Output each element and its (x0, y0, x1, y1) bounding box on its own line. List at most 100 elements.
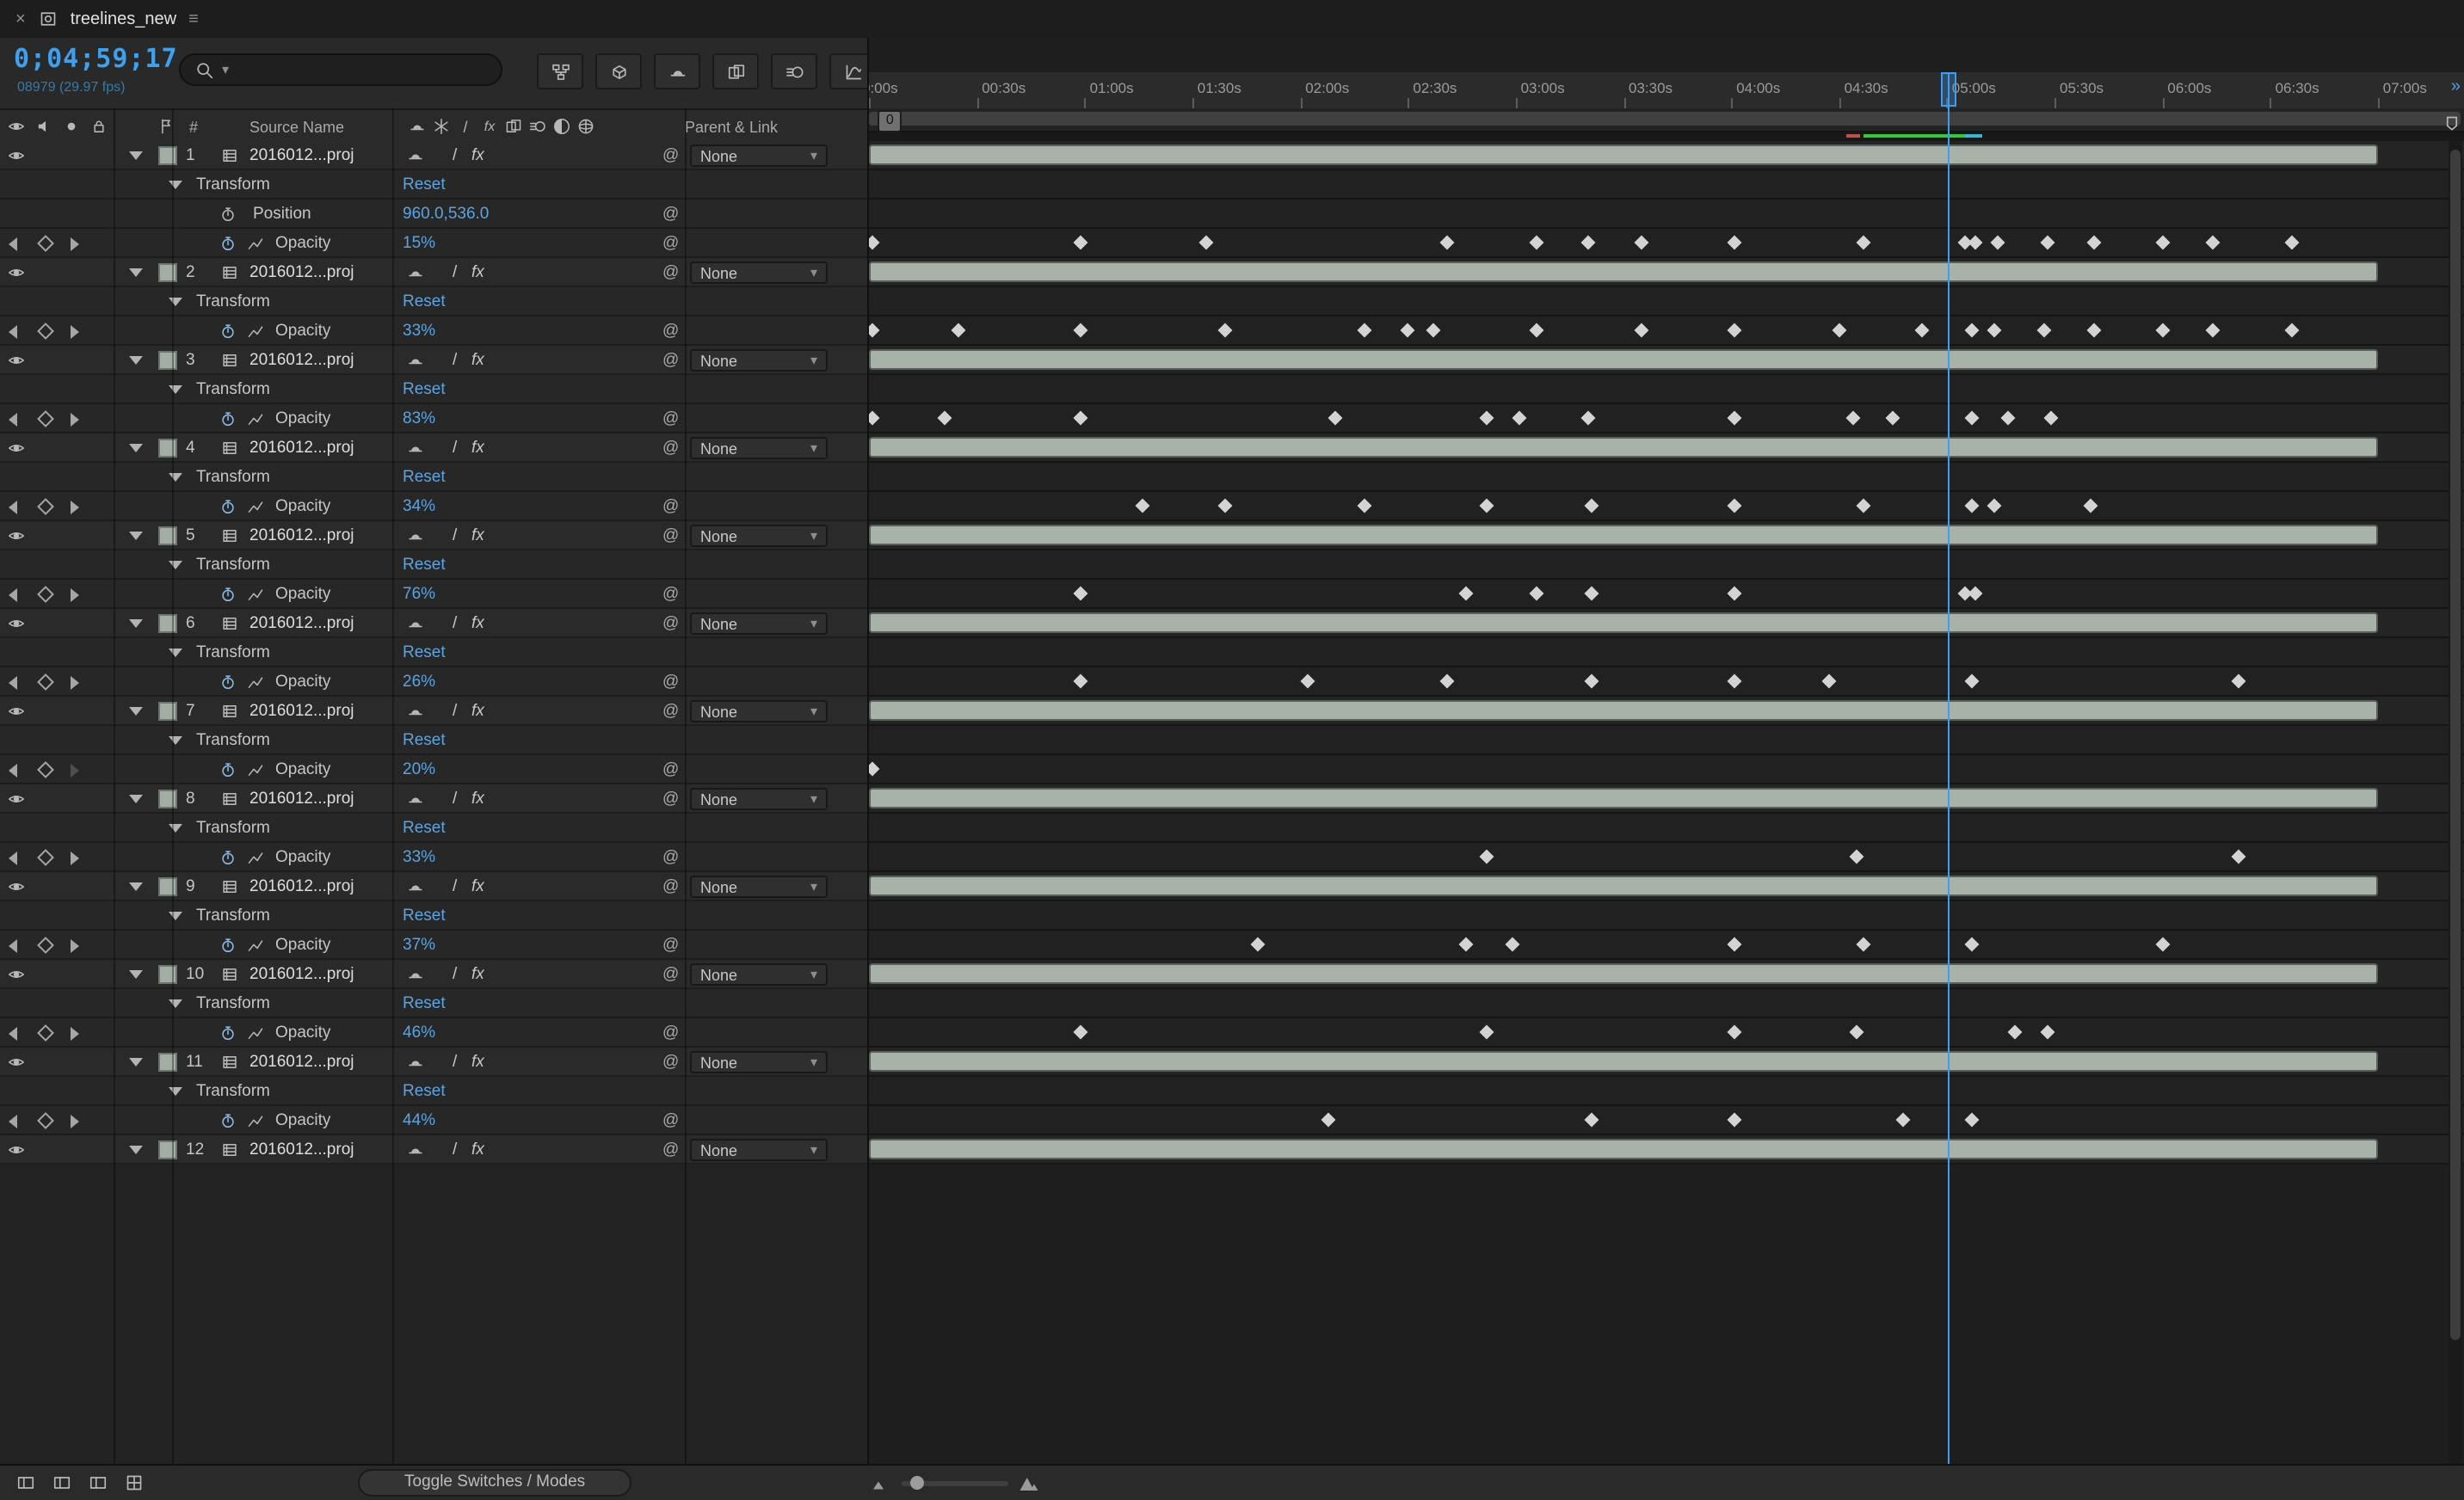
keyframe-icon[interactable] (1584, 674, 1599, 689)
add-keyframe-icon[interactable] (40, 1018, 52, 1048)
adjustment-icon[interactable] (551, 115, 573, 138)
quality-switch[interactable]: / (453, 960, 457, 989)
parent-pickwhip-icon[interactable]: @ (662, 1135, 679, 1165)
keyframe-icon[interactable] (1358, 499, 1372, 513)
opacity-value[interactable]: 26% (403, 667, 435, 697)
graph-set-icon[interactable] (246, 317, 265, 346)
keyframe-icon[interactable] (1728, 587, 1742, 601)
transform-row[interactable]: TransformReset (0, 726, 867, 755)
keyframe-icon[interactable] (2284, 236, 2299, 250)
keyframe-icon[interactable] (1584, 587, 1599, 601)
keyframe-icon[interactable] (1458, 587, 1473, 601)
zoom-in-icon[interactable] (1019, 1472, 1039, 1493)
composition-mini-flowchart-button[interactable] (537, 53, 583, 89)
position-row[interactable]: Position960.0,536.0@ (0, 200, 867, 229)
keyframe-icon[interactable] (2205, 323, 2220, 338)
expand-triangle-icon[interactable] (129, 872, 143, 901)
scrollbar-thumb[interactable] (2450, 150, 2461, 1340)
keyframe-icon[interactable] (1074, 674, 1088, 689)
shy-switch[interactable] (406, 697, 425, 726)
parent-pickwhip-icon[interactable]: @ (662, 697, 679, 726)
parent-dropdown[interactable]: None▾ (690, 700, 828, 722)
parent-pickwhip-icon[interactable]: @ (662, 1048, 679, 1077)
3d-icon[interactable] (575, 115, 597, 138)
graph-set-icon[interactable] (246, 1018, 265, 1048)
parent-dropdown[interactable]: None▾ (690, 1139, 828, 1161)
next-keyframe-icon[interactable] (71, 404, 79, 433)
hide-shy-layers-button[interactable] (654, 53, 700, 89)
column-source-name[interactable]: Source Name (249, 110, 344, 143)
eye-toggle[interactable] (7, 784, 26, 814)
fx-switch[interactable]: fx (471, 1135, 484, 1165)
keyframe-icon[interactable] (1914, 323, 1929, 338)
parent-pickwhip-icon[interactable]: @ (662, 784, 679, 814)
parent-pickwhip-icon[interactable]: @ (662, 492, 679, 521)
label-color-chip[interactable] (158, 141, 177, 170)
expand-triangle-icon[interactable] (169, 726, 182, 755)
previous-keyframe-icon[interactable] (9, 667, 17, 697)
keyframe-icon[interactable] (2231, 850, 2245, 864)
fx-icon[interactable]: fx (478, 115, 501, 138)
eye-toggle[interactable] (7, 521, 26, 550)
previous-keyframe-icon[interactable] (9, 229, 17, 258)
fx-switch[interactable]: fx (471, 872, 484, 901)
layer-name[interactable]: 2016012...proj (249, 872, 397, 901)
layer-row[interactable]: 62016012...proj/fx@None▾ (0, 609, 867, 638)
keyframe-icon[interactable] (1480, 850, 1494, 864)
previous-keyframe-icon[interactable] (9, 404, 17, 433)
add-keyframe-icon[interactable] (40, 931, 52, 960)
keyframe-icon[interactable] (1217, 323, 1232, 338)
opacity-value[interactable]: 46% (403, 1018, 435, 1048)
stopwatch-icon[interactable] (219, 200, 237, 229)
stopwatch-icon[interactable] (219, 492, 237, 521)
keyframe-icon[interactable] (1530, 587, 1544, 601)
quality-switch[interactable]: / (453, 697, 457, 726)
keyframe-icon[interactable] (1512, 411, 1526, 426)
keyframe-icon[interactable] (1584, 1113, 1599, 1128)
transform-row[interactable]: TransformReset (0, 989, 867, 1018)
keyframe-icon[interactable] (1401, 323, 1415, 338)
layer-row[interactable]: 32016012...proj/fx@None▾ (0, 346, 867, 375)
keyframe-icon[interactable] (1832, 323, 1846, 338)
keyframe-icon[interactable] (1074, 1025, 1088, 1040)
keyframe-icon[interactable] (2205, 236, 2220, 250)
parent-dropdown[interactable]: None▾ (690, 1051, 828, 1073)
expand-triangle-icon[interactable] (129, 1135, 143, 1165)
expand-triangle-icon[interactable] (169, 287, 182, 317)
label-color-chip[interactable] (158, 258, 177, 287)
keyframe-icon[interactable] (1199, 236, 1214, 250)
quality-switch[interactable]: / (453, 346, 457, 375)
next-keyframe-icon[interactable] (71, 317, 79, 346)
eye-toggle[interactable] (7, 697, 26, 726)
keyframe-icon[interactable] (1728, 674, 1742, 689)
label-color-chip[interactable] (158, 609, 177, 638)
fx-switch[interactable]: fx (471, 784, 484, 814)
transform-row[interactable]: TransformReset (0, 814, 867, 843)
opacity-row[interactable]: Opacity37%@ (0, 931, 867, 960)
layer-row[interactable]: 72016012...proj/fx@None▾ (0, 697, 867, 726)
quality-switch[interactable]: / (453, 609, 457, 638)
parent-pickwhip-icon[interactable]: @ (662, 200, 679, 229)
expand-triangle-icon[interactable] (129, 141, 143, 170)
parent-dropdown[interactable]: None▾ (690, 525, 828, 547)
quality-switch[interactable]: / (453, 784, 457, 814)
layer-row[interactable]: 12016012...proj/fx@None▾ (0, 141, 867, 170)
collapse-icon[interactable] (430, 115, 453, 138)
keyframe-icon[interactable] (1426, 323, 1440, 338)
parent-dropdown[interactable]: None▾ (690, 349, 828, 372)
eye-toggle[interactable] (7, 141, 26, 170)
motion-blur-button[interactable] (771, 53, 817, 89)
stopwatch-icon[interactable] (219, 1106, 237, 1135)
keyframe-icon[interactable] (1300, 674, 1315, 689)
keyframe-icon[interactable] (2155, 323, 2170, 338)
layer-name[interactable]: 2016012...proj (249, 1048, 397, 1077)
keyframe-icon[interactable] (2087, 236, 2102, 250)
parent-dropdown[interactable]: None▾ (690, 876, 828, 898)
keyframe-icon[interactable] (1968, 587, 1983, 601)
parent-pickwhip-icon[interactable]: @ (662, 229, 679, 258)
keyframe-icon[interactable] (1328, 411, 1343, 426)
shy-switch[interactable] (406, 346, 425, 375)
parent-pickwhip-icon[interactable]: @ (662, 1106, 679, 1135)
add-keyframe-icon[interactable] (40, 229, 52, 258)
layer-duration-bar[interactable] (869, 963, 2379, 984)
